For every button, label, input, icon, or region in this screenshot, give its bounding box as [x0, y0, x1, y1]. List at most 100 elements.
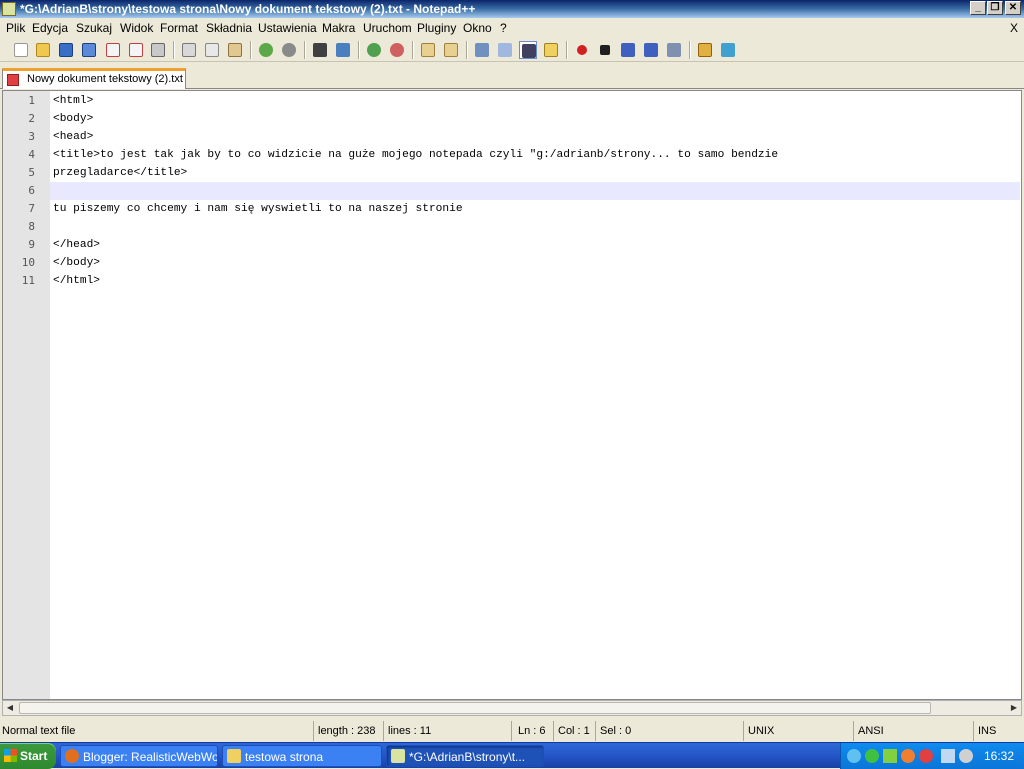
- current-line-highlight: [50, 182, 1020, 200]
- menu-skladnia[interactable]: Składnia: [206, 18, 252, 38]
- line-number: 8: [28, 220, 35, 233]
- menu-plik[interactable]: Plik: [6, 18, 25, 38]
- code-line[interactable]: <html>: [53, 92, 93, 110]
- menu-widok[interactable]: Widok: [120, 18, 153, 38]
- user-language-icon[interactable]: [542, 41, 560, 59]
- menu-edycja[interactable]: Edycja: [32, 18, 68, 38]
- start-button[interactable]: Start: [0, 743, 56, 769]
- line-number: 7: [28, 202, 35, 215]
- save-icon[interactable]: [57, 41, 75, 59]
- line-number: 11: [21, 274, 35, 287]
- code-line[interactable]: <head>: [53, 128, 93, 146]
- horizontal-scrollbar[interactable]: ◀ ▶: [2, 700, 1022, 716]
- close-icon[interactable]: [104, 41, 122, 59]
- start-label: Start: [20, 749, 48, 763]
- security-icon[interactable]: [865, 749, 879, 763]
- unsaved-file-icon: [7, 74, 19, 86]
- antivirus-icon[interactable]: [919, 749, 933, 763]
- folder-icon: [227, 749, 241, 763]
- system-tray: 16:32: [840, 743, 1024, 769]
- menu-okno[interactable]: Okno: [463, 18, 492, 38]
- show-all-chars-icon[interactable]: [496, 41, 514, 59]
- print-icon[interactable]: [149, 41, 167, 59]
- close-all-icon[interactable]: [127, 41, 145, 59]
- zoom-out-icon[interactable]: [388, 41, 406, 59]
- scroll-right-arrow-icon[interactable]: ▶: [1007, 701, 1021, 715]
- copy-icon[interactable]: [203, 41, 221, 59]
- status-file-type: Normal text file: [0, 721, 314, 741]
- open-folder-icon[interactable]: [696, 41, 714, 59]
- close-button[interactable]: ✕: [1005, 1, 1021, 15]
- task-firefox[interactable]: Blogger: RealisticWebWo...: [60, 745, 218, 767]
- close-document-button[interactable]: X: [1010, 18, 1018, 38]
- maximize-button[interactable]: ❐: [987, 1, 1003, 15]
- firefox-icon: [65, 749, 79, 763]
- spellcheck-icon[interactable]: [719, 41, 737, 59]
- word-wrap-icon[interactable]: [473, 41, 491, 59]
- line-number: 6: [28, 184, 35, 197]
- code-line[interactable]: </html>: [53, 272, 100, 290]
- status-eol: UNIX: [746, 721, 854, 741]
- title-bar: *G:\AdrianB\strony\testowa strona\Nowy d…: [0, 0, 1024, 18]
- menu-format[interactable]: Format: [160, 18, 198, 38]
- save-all-icon[interactable]: [80, 41, 98, 59]
- task-folder[interactable]: testowa strona: [222, 745, 382, 767]
- sync-horizontal-icon[interactable]: [442, 41, 460, 59]
- sync-vertical-icon[interactable]: [419, 41, 437, 59]
- notepad-app-icon[interactable]: [2, 2, 16, 16]
- window-title: *G:\AdrianB\strony\testowa strona\Nowy d…: [20, 2, 476, 16]
- replace-icon[interactable]: [334, 41, 352, 59]
- network-icon[interactable]: [847, 749, 861, 763]
- menu-ustawienia[interactable]: Ustawienia: [258, 18, 317, 38]
- status-lines: lines : 11: [386, 721, 512, 741]
- indent-guide-icon[interactable]: [519, 41, 537, 59]
- undo-icon[interactable]: [257, 41, 275, 59]
- redo-icon[interactable]: [280, 41, 298, 59]
- scroll-thumb[interactable]: [19, 702, 931, 714]
- open-icon[interactable]: [34, 41, 52, 59]
- clock[interactable]: 16:32: [984, 743, 1014, 769]
- update-icon[interactable]: [901, 749, 915, 763]
- code-line[interactable]: tu piszemy co chcemy i nam się wyswietli…: [53, 200, 463, 218]
- code-line[interactable]: </head>: [53, 236, 100, 254]
- toolbar: [0, 38, 1024, 62]
- status-bar: Normal text file length : 238 lines : 11…: [0, 721, 1024, 741]
- text-editor[interactable]: 1 2 3 4 5 6 7 8 9 10 11 <html> <body> <h…: [2, 90, 1022, 700]
- signal-icon[interactable]: [883, 749, 897, 763]
- line-number: 2: [28, 112, 35, 125]
- play-macro-icon[interactable]: [619, 41, 637, 59]
- code-line[interactable]: <title>to jest tak jak by to co widzicie…: [53, 146, 778, 164]
- menu-pluginy[interactable]: Pluginy: [417, 18, 456, 38]
- menu-szukaj[interactable]: Szukaj: [76, 18, 112, 38]
- line-number: 5: [28, 166, 35, 179]
- notepad-icon: [391, 749, 405, 763]
- code-line[interactable]: przegladarce</title>: [53, 164, 187, 182]
- status-col: Col : 1: [556, 721, 596, 741]
- display-icon[interactable]: [941, 749, 955, 763]
- windows-logo-icon: [4, 749, 17, 762]
- cut-icon[interactable]: [180, 41, 198, 59]
- menu-uruchom[interactable]: Uruchom: [363, 18, 412, 38]
- volume-icon[interactable]: [959, 749, 973, 763]
- tab-document[interactable]: Nowy dokument tekstowy (2).txt: [2, 68, 186, 89]
- menu-makra[interactable]: Makra: [322, 18, 355, 38]
- task-label: testowa strona: [245, 750, 324, 764]
- zoom-in-icon[interactable]: [365, 41, 383, 59]
- task-label: Blogger: RealisticWebWo...: [83, 750, 218, 764]
- save-macro-icon[interactable]: [665, 41, 683, 59]
- task-notepad[interactable]: *G:\AdrianB\strony\t...: [386, 745, 544, 767]
- line-number: 10: [21, 256, 35, 269]
- menu-help[interactable]: ?: [500, 18, 507, 38]
- find-icon[interactable]: [311, 41, 329, 59]
- paste-icon[interactable]: [226, 41, 244, 59]
- record-macro-icon[interactable]: [573, 41, 591, 59]
- status-ln: Ln : 6: [516, 721, 554, 741]
- code-line[interactable]: <body>: [53, 110, 93, 128]
- stop-macro-icon[interactable]: [596, 41, 614, 59]
- new-icon[interactable]: [12, 41, 30, 59]
- status-insert-mode: INS: [978, 725, 997, 737]
- scroll-left-arrow-icon[interactable]: ◀: [3, 701, 17, 715]
- minimize-button[interactable]: _: [970, 1, 986, 15]
- run-macro-multiple-icon[interactable]: [642, 41, 660, 59]
- code-line[interactable]: </body>: [53, 254, 100, 272]
